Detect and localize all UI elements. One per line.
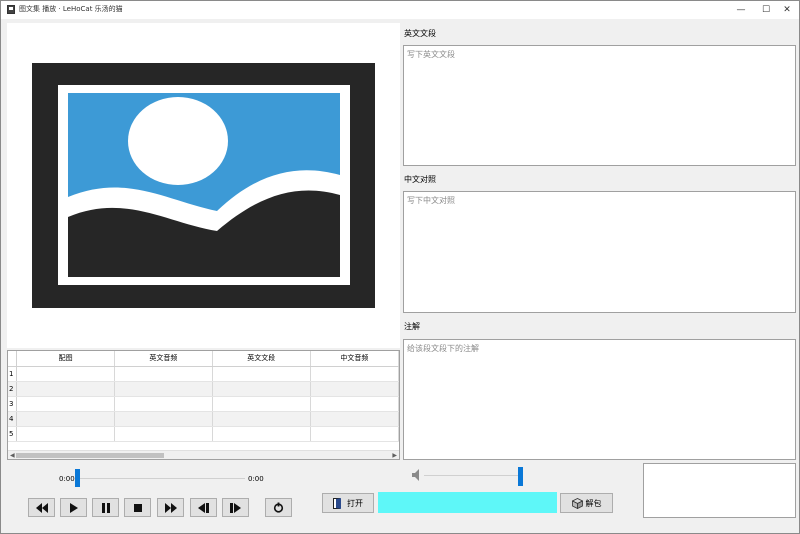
- table-cell[interactable]: [310, 411, 399, 427]
- notes-input[interactable]: [407, 343, 792, 456]
- speaker-icon: [412, 469, 419, 481]
- fast-forward-icon: [164, 502, 177, 513]
- image-preview[interactable]: [7, 23, 400, 348]
- image-placeholder-icon: [32, 63, 375, 308]
- position-slider-handle[interactable]: [75, 469, 80, 487]
- unpack-button[interactable]: 解包: [560, 493, 613, 513]
- next-button[interactable]: [222, 498, 249, 517]
- notes-label: 注解: [404, 322, 420, 331]
- table-row[interactable]: 3: [8, 396, 399, 412]
- english-textbox[interactable]: [403, 45, 796, 166]
- table-cell[interactable]: [114, 381, 213, 397]
- table-cell[interactable]: [114, 366, 213, 382]
- table-header-row: 配图 英文音频 英文文段 中文音频: [8, 351, 399, 367]
- table-cell[interactable]: [212, 396, 311, 412]
- pause-button[interactable]: [92, 498, 119, 517]
- chinese-input[interactable]: [407, 195, 792, 309]
- rewind-button[interactable]: [28, 498, 55, 517]
- row-number[interactable]: 1: [8, 366, 18, 382]
- fast-forward-button[interactable]: [157, 498, 184, 517]
- table-row[interactable]: 1: [8, 366, 399, 382]
- english-label: 英文文段: [404, 29, 436, 38]
- table-cell[interactable]: [310, 426, 399, 442]
- table-cell[interactable]: [16, 366, 115, 382]
- notes-textbox[interactable]: [403, 339, 796, 460]
- row-number[interactable]: 5: [8, 426, 18, 442]
- stop-icon: [133, 503, 142, 512]
- volume-slider-handle[interactable]: [518, 467, 523, 486]
- skip-next-icon: [230, 502, 241, 513]
- column-header[interactable]: 英文文段: [212, 351, 311, 367]
- table-cell[interactable]: [212, 366, 311, 382]
- english-input[interactable]: [407, 49, 792, 162]
- door-open-icon: [333, 497, 341, 509]
- minimize-button[interactable]: —: [727, 1, 755, 19]
- table-cell[interactable]: [114, 396, 213, 412]
- table-cell[interactable]: [16, 411, 115, 427]
- column-header[interactable]: 英文音频: [114, 351, 213, 367]
- refresh-icon: [273, 502, 284, 513]
- rewind-icon: [35, 502, 48, 513]
- open-button[interactable]: 打开: [322, 493, 374, 513]
- row-number[interactable]: 2: [8, 381, 18, 397]
- reload-button[interactable]: [265, 498, 292, 517]
- app-icon: [7, 5, 15, 14]
- table-row[interactable]: 4: [8, 411, 399, 427]
- stop-button[interactable]: [124, 498, 151, 517]
- table-cell[interactable]: [212, 411, 311, 427]
- open-label: 打开: [347, 498, 363, 508]
- table-cell[interactable]: [16, 426, 115, 442]
- title-bar: 图文集 播放 · LeHoCat 乐汤的猫 — ☐ ✕: [1, 1, 799, 19]
- previous-button[interactable]: [190, 498, 217, 517]
- chinese-textbox[interactable]: [403, 191, 796, 313]
- unpack-label: 解包: [585, 498, 602, 508]
- scroll-left-icon[interactable]: ◀: [10, 451, 15, 459]
- skip-previous-icon: [198, 502, 209, 513]
- table-row[interactable]: 2: [8, 381, 399, 397]
- row-number[interactable]: 4: [8, 411, 18, 427]
- current-time: 0:00: [59, 475, 75, 483]
- column-header[interactable]: 配图: [16, 351, 115, 367]
- chinese-label: 中文对照: [404, 175, 436, 184]
- close-button[interactable]: ✕: [773, 1, 800, 19]
- play-icon: [69, 502, 78, 513]
- window-title: 图文集 播放 · LeHoCat 乐汤的猫: [19, 5, 123, 13]
- table-cell[interactable]: [310, 396, 399, 412]
- corner-header: [8, 351, 18, 367]
- table-cell[interactable]: [16, 396, 115, 412]
- row-number[interactable]: 3: [8, 396, 18, 412]
- scrollbar-thumb[interactable]: [16, 453, 164, 458]
- table-cell[interactable]: [310, 366, 399, 382]
- column-header[interactable]: 中文音频: [310, 351, 399, 367]
- progress-bar: [378, 492, 557, 513]
- table-cell[interactable]: [212, 381, 311, 397]
- table-cell[interactable]: [16, 381, 115, 397]
- volume-slider-track[interactable]: [424, 475, 521, 476]
- table-cell[interactable]: [310, 381, 399, 397]
- table-cell[interactable]: [114, 426, 213, 442]
- table-cell[interactable]: [212, 426, 311, 442]
- scroll-right-icon[interactable]: ▶: [392, 451, 397, 459]
- play-button[interactable]: [60, 498, 87, 517]
- package-icon: [571, 497, 583, 509]
- total-time: 0:00: [248, 475, 264, 483]
- segment-table: 配图 英文音频 英文文段 中文音频 1 2 3 4 5 ◀ ▶: [7, 350, 400, 460]
- thumbnail-box: [643, 463, 796, 518]
- horizontal-scrollbar[interactable]: ◀ ▶: [8, 450, 399, 459]
- position-slider-track[interactable]: [76, 478, 245, 479]
- app-window: 图文集 播放 · LeHoCat 乐汤的猫 — ☐ ✕ 配图 英文音频 英文文段: [0, 0, 800, 534]
- table-cell[interactable]: [114, 411, 213, 427]
- table-row[interactable]: 5: [8, 426, 399, 442]
- pause-icon: [101, 502, 110, 513]
